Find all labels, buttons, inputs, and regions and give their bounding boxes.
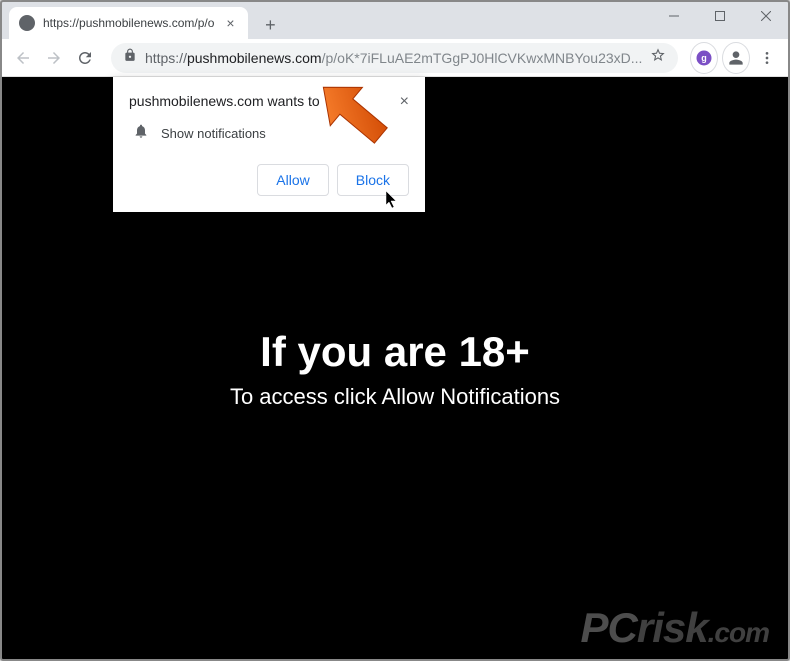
url-path: /p/oK*7iFLuAE2mTGgPJ0HlCVKwxMNBYou23xD..… (322, 50, 643, 66)
forward-button[interactable] (40, 42, 67, 74)
popup-header: pushmobilenews.com wants to × (129, 93, 409, 111)
allow-button[interactable]: Allow (257, 164, 328, 196)
url-text: https://pushmobilenews.com/p/oK*7iFLuAE2… (145, 50, 643, 66)
browser-window: https://pushmobilenews.com/p/o × + (0, 0, 790, 661)
titlebar: https://pushmobilenews.com/p/o × + (1, 1, 789, 39)
extension-button[interactable]: g (690, 42, 718, 74)
popup-title: pushmobilenews.com wants to (129, 93, 320, 109)
back-button[interactable] (9, 42, 36, 74)
popup-close-icon[interactable]: × (400, 93, 409, 111)
menu-button[interactable] (754, 42, 781, 74)
address-bar[interactable]: https://pushmobilenews.com/p/oK*7iFLuAE2… (111, 43, 679, 73)
toolbar: https://pushmobilenews.com/p/oK*7iFLuAE2… (1, 39, 789, 77)
popup-buttons: Allow Block (129, 164, 409, 196)
block-button[interactable]: Block (337, 164, 409, 196)
main-heading: If you are 18+ (260, 328, 530, 376)
bookmark-star-icon[interactable] (650, 47, 666, 68)
lock-icon (123, 48, 137, 67)
permission-popup: pushmobilenews.com wants to × Show notif… (113, 77, 425, 212)
tab-close-icon[interactable]: × (222, 15, 238, 31)
browser-tab[interactable]: https://pushmobilenews.com/p/o × (9, 7, 248, 39)
bell-icon (133, 123, 149, 144)
svg-text:g: g (701, 53, 707, 63)
popup-permission-row: Show notifications (129, 123, 409, 144)
tab-title: https://pushmobilenews.com/p/o (43, 16, 214, 30)
window-controls (651, 1, 789, 31)
reload-button[interactable] (72, 42, 99, 74)
tab-favicon (19, 15, 35, 31)
watermark: PCrisk.com (581, 604, 769, 652)
close-window-button[interactable] (743, 1, 789, 31)
url-domain: pushmobilenews.com (187, 50, 322, 66)
popup-permission-text: Show notifications (161, 126, 266, 141)
maximize-button[interactable] (697, 1, 743, 31)
sub-text: To access click Allow Notifications (230, 384, 560, 410)
profile-button[interactable] (722, 42, 750, 74)
url-scheme: https:// (145, 50, 187, 66)
new-tab-button[interactable]: + (256, 11, 284, 39)
minimize-button[interactable] (651, 1, 697, 31)
